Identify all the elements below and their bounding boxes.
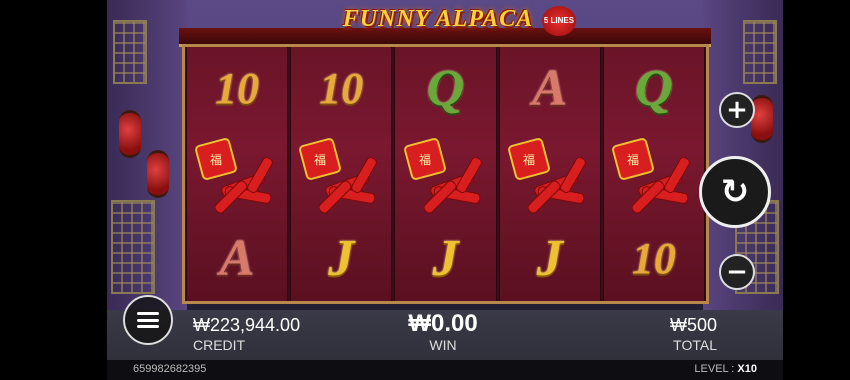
footer-bar <box>107 360 783 380</box>
spin-icon: ↻ <box>720 172 750 212</box>
svg-text:福: 福 <box>418 152 430 167</box>
lines-badge: 5 LINES <box>542 6 576 36</box>
lantern <box>119 110 141 158</box>
firecracker-icon: 福 <box>507 138 586 214</box>
reel-1: 10 福 A <box>186 47 289 301</box>
lantern <box>147 150 169 198</box>
game-logo: FUNNY ALPACA 5 LINES <box>333 4 578 40</box>
symbol-10: 10 <box>319 64 364 114</box>
symbol-J: J <box>328 229 355 287</box>
lattice-window <box>743 20 777 84</box>
symbol-J: J <box>432 229 459 287</box>
symbol-A: A <box>532 60 568 118</box>
symbol-firecracker: 福 <box>502 133 598 215</box>
game-title: FUNNY ALPACA <box>342 6 534 32</box>
left-building <box>107 0 187 330</box>
credit-value: ₩223,944.00 <box>193 315 301 335</box>
spin-button[interactable]: ↻ <box>699 156 771 228</box>
symbol-10: 10 <box>631 233 676 283</box>
game-area: FUNNY ALPACA 5 LINES 10 福 A 10 福 J Q 福 J… <box>107 0 783 380</box>
svg-text:福: 福 <box>210 152 222 167</box>
symbol-Q: Q <box>426 60 465 118</box>
session-id: 659982682395 <box>133 363 207 375</box>
credit-label: CREDIT <box>193 337 246 353</box>
menu-icon <box>137 312 159 328</box>
plus-icon: + <box>726 95 748 125</box>
symbol-firecracker: 福 <box>606 133 702 215</box>
symbol-firecracker: 福 <box>398 133 494 215</box>
level-label: LEVEL : <box>694 363 735 375</box>
increase-bet-button[interactable]: + <box>719 92 755 128</box>
reels-frame: 10 福 A 10 福 J Q 福 J A 福 J Q 福 10 <box>182 44 709 304</box>
svg-text:福: 福 <box>627 152 639 167</box>
lattice-window <box>113 20 147 84</box>
reel-4: A 福 J <box>498 47 601 301</box>
total-bet-label: TOTAL <box>673 337 717 353</box>
firecracker-icon: 福 <box>403 138 482 214</box>
total-bet-value: ₩500 <box>669 315 717 335</box>
minus-icon: − <box>726 257 748 287</box>
symbol-A: A <box>219 229 255 287</box>
lattice-window <box>111 200 155 294</box>
firecracker-icon: 福 <box>611 138 690 214</box>
firecracker-icon: 福 <box>299 138 378 214</box>
symbol-firecracker: 福 <box>293 133 389 215</box>
firecracker-icon: 福 <box>195 138 273 214</box>
symbol-Q: Q <box>635 60 673 118</box>
decrease-bet-button[interactable]: − <box>719 254 755 290</box>
menu-button[interactable] <box>123 295 173 345</box>
svg-text:福: 福 <box>314 152 326 167</box>
level-indicator: LEVEL : X10 <box>694 363 757 375</box>
level-value: X10 <box>737 363 757 375</box>
win-value: ₩0.00 <box>408 310 478 337</box>
lantern <box>751 95 773 143</box>
reel-2: 10 福 J <box>290 47 393 301</box>
symbol-10: 10 <box>215 64 260 114</box>
svg-text:福: 福 <box>523 152 535 167</box>
reel-3: Q 福 J <box>394 47 497 301</box>
symbol-J: J <box>536 229 563 287</box>
symbol-firecracker: 福 <box>189 133 285 215</box>
reel-5: Q 福 10 <box>602 47 706 301</box>
screen: FUNNY ALPACA 5 LINES 10 福 A 10 福 J Q 福 J… <box>0 0 850 380</box>
win-label: WIN <box>429 337 457 353</box>
